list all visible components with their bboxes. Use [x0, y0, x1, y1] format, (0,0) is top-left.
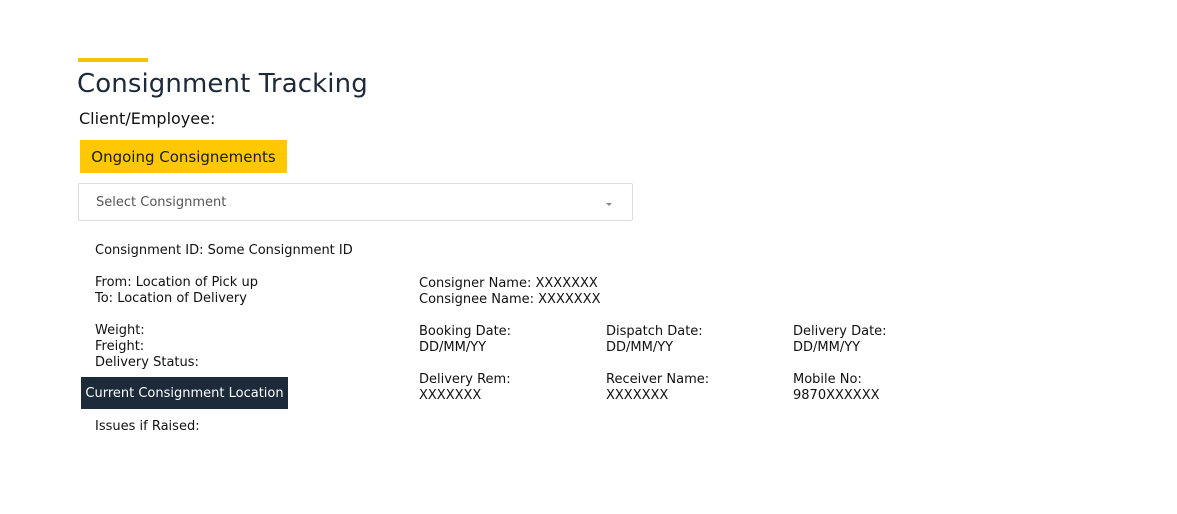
delivery-date-label: Delivery Date: — [793, 324, 887, 339]
consignment-id: Consignment ID: Some Consignment ID — [95, 243, 353, 258]
weight-label: Weight: — [95, 323, 145, 338]
receiver-name-value: XXXXXXX — [606, 388, 669, 403]
delivery-date-value: DD/MM/YY — [793, 340, 861, 355]
delivery-status-label: Delivery Status: — [95, 355, 199, 370]
delivery-rem-label: Delivery Rem: — [419, 372, 511, 387]
consigner-name: Consigner Name: XXXXXXX — [419, 276, 598, 291]
from-location: From: Location of Pick up — [95, 275, 258, 290]
dispatch-date-value: DD/MM/YY — [606, 340, 674, 355]
dispatch-date-label: Dispatch Date: — [606, 324, 703, 339]
page-title: Consignment Tracking — [77, 69, 368, 99]
freight-label: Freight: — [95, 339, 145, 354]
to-location: To: Location of Delivery — [95, 291, 247, 306]
consignment-select[interactable]: Select Consignment — [78, 183, 633, 221]
booking-date-value: DD/MM/YY — [419, 340, 487, 355]
chevron-down-icon — [606, 203, 612, 206]
mobile-no-label: Mobile No: — [793, 372, 862, 387]
mobile-no-value: 9870XXXXXX — [793, 388, 880, 403]
receiver-name-label: Receiver Name: — [606, 372, 710, 387]
booking-date-label: Booking Date: — [419, 324, 512, 339]
current-location-button[interactable]: Current Consignment Location — [81, 377, 288, 409]
client-employee-label: Client/Employee: — [79, 109, 216, 128]
issues-label: Issues if Raised: — [95, 419, 200, 434]
delivery-rem-value: XXXXXXX — [419, 388, 482, 403]
consignee-name: Consignee Name: XXXXXXX — [419, 292, 601, 307]
ongoing-consignments-button[interactable]: Ongoing Consignements — [80, 140, 287, 173]
title-accent-bar — [78, 58, 148, 62]
consignment-select-placeholder: Select Consignment — [96, 195, 227, 210]
